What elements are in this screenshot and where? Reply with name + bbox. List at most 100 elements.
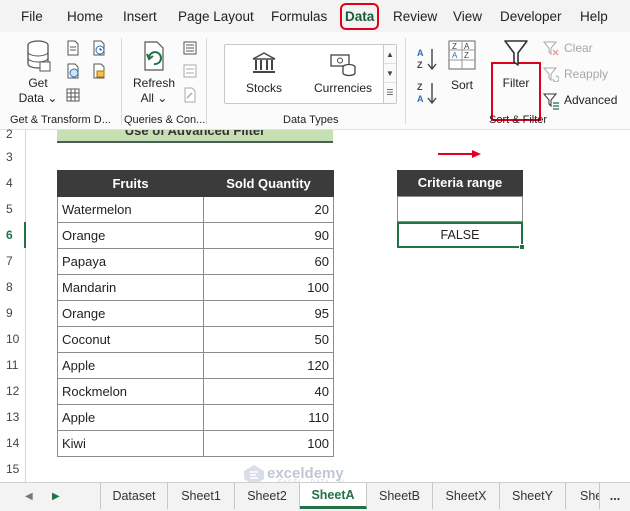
table-row: Rockmelon 40: [57, 378, 334, 405]
from-table-icon[interactable]: [66, 87, 80, 103]
tab-scroll-left-icon[interactable]: ◀: [25, 491, 33, 502]
queries-connections-icon[interactable]: [183, 40, 197, 56]
fruit-cell[interactable]: Kiwi: [57, 430, 204, 457]
row-number[interactable]: 15: [0, 462, 26, 476]
criteria-formula-cell[interactable]: FALSE: [397, 222, 525, 250]
menu-formulas[interactable]: Formulas: [271, 8, 327, 25]
row-number[interactable]: 2: [0, 127, 26, 141]
tab-sheetx[interactable]: SheetX: [433, 483, 500, 509]
sort-a-to-z-icon[interactable]: A Z: [416, 46, 438, 72]
svg-text:Z: Z: [417, 82, 423, 92]
svg-text:Z: Z: [417, 60, 423, 70]
row-number-selected[interactable]: 6: [0, 228, 26, 242]
fruit-cell[interactable]: Orange: [57, 222, 204, 249]
data-types-gallery: Stocks Currencies ▲ ▼ ☰: [224, 44, 397, 104]
row-number[interactable]: 10: [0, 332, 26, 346]
tab-sheety[interactable]: SheetY: [500, 483, 566, 509]
quantity-cell[interactable]: 100: [203, 430, 334, 457]
tab-sheetb[interactable]: SheetB: [367, 483, 433, 509]
quantity-cell[interactable]: 50: [203, 326, 334, 353]
quantity-cell[interactable]: 110: [203, 404, 334, 431]
scroll-down-icon[interactable]: ▼: [384, 64, 396, 83]
tab-sheet1[interactable]: Sheet1: [168, 483, 235, 509]
tab-sheet2[interactable]: Sheet2: [235, 483, 300, 509]
menu-insert[interactable]: Insert: [123, 8, 157, 25]
tab-dataset[interactable]: Dataset: [100, 483, 168, 509]
table-row: Apple 120: [57, 352, 334, 379]
row-number[interactable]: 12: [0, 384, 26, 398]
quantity-cell[interactable]: 20: [203, 196, 334, 223]
table-row: Papaya 60: [57, 248, 334, 275]
data-types-scroll[interactable]: ▲ ▼ ☰: [383, 45, 396, 103]
table-row: Orange 90: [57, 222, 334, 249]
reapply-button[interactable]: Reapply: [543, 66, 613, 82]
row-number[interactable]: 7: [0, 254, 26, 268]
existing-connections-icon[interactable]: [92, 63, 106, 79]
table-row: Orange 95: [57, 300, 334, 327]
ribbon: Get Data ⌄ Get & Transform D... Refresh …: [0, 32, 630, 158]
menu-help[interactable]: Help: [580, 8, 608, 25]
row-number[interactable]: 5: [0, 202, 26, 216]
separator: [405, 38, 406, 124]
worksheet-grid[interactable]: 2 3 4 5 6 7 8 9 10 11 12 13 14 15 Use of…: [0, 127, 630, 482]
quantity-cell[interactable]: 40: [203, 378, 334, 405]
sort-z-to-a-icon[interactable]: Z A: [416, 80, 438, 106]
quantity-cell[interactable]: 120: [203, 352, 334, 379]
refresh-icon: [144, 41, 164, 71]
fruit-cell[interactable]: Apple: [57, 404, 204, 431]
fruit-cell[interactable]: Coconut: [57, 326, 204, 353]
header-fruits[interactable]: Fruits: [57, 170, 204, 197]
quantity-cell[interactable]: 90: [203, 222, 334, 249]
header-sold-quantity[interactable]: Sold Quantity: [203, 170, 334, 197]
fill-handle[interactable]: [519, 244, 525, 250]
tab-she-partial[interactable]: She: [566, 483, 600, 509]
sort-button[interactable]: Z A A Z Sort: [444, 38, 480, 98]
tab-scroll-right-icon[interactable]: ▶: [52, 491, 60, 502]
row-number[interactable]: 14: [0, 436, 26, 450]
menu-home[interactable]: Home: [67, 8, 103, 25]
row-number[interactable]: 11: [0, 358, 26, 372]
recent-sources-icon[interactable]: [92, 40, 106, 56]
menu-view[interactable]: View: [453, 8, 482, 25]
criteria-range-cell[interactable]: [397, 196, 523, 222]
row-number[interactable]: 9: [0, 306, 26, 320]
from-web-icon[interactable]: [66, 63, 80, 79]
row-number[interactable]: 13: [0, 410, 26, 424]
row-number[interactable]: 3: [0, 150, 26, 164]
quantity-cell[interactable]: 60: [203, 248, 334, 275]
criteria-range-header[interactable]: Criteria range: [397, 170, 523, 196]
menu-developer[interactable]: Developer: [500, 8, 562, 25]
get-data-button[interactable]: Get Data ⌄: [16, 38, 60, 110]
quantity-cell[interactable]: 95: [203, 300, 334, 327]
svg-text:Z: Z: [452, 42, 457, 51]
advanced-label: Advanced: [564, 93, 618, 107]
from-text-icon[interactable]: [66, 40, 80, 56]
fruit-cell[interactable]: Mandarin: [57, 274, 204, 301]
properties-icon[interactable]: [183, 63, 197, 79]
fruit-cell[interactable]: Watermelon: [57, 196, 204, 223]
menu-page-layout[interactable]: Page Layout: [178, 8, 254, 25]
menu-file[interactable]: File: [21, 8, 43, 25]
menu-review[interactable]: Review: [393, 8, 437, 25]
stocks-label: Stocks: [245, 81, 282, 95]
clear-button[interactable]: Clear: [543, 40, 613, 56]
fruit-cell[interactable]: Papaya: [57, 248, 204, 275]
currencies-button[interactable]: Currencies: [307, 49, 379, 101]
fruit-cell[interactable]: Orange: [57, 300, 204, 327]
more-icon[interactable]: ☰: [384, 83, 396, 102]
fruit-cell[interactable]: Rockmelon: [57, 378, 204, 405]
stocks-button[interactable]: Stocks: [235, 49, 293, 101]
row-number[interactable]: 8: [0, 280, 26, 294]
sheet-title-cell[interactable]: Use of Advanced Filter: [57, 130, 333, 143]
refresh-all-button[interactable]: Refresh All ⌄: [128, 38, 180, 110]
advanced-button[interactable]: Advanced: [543, 92, 623, 110]
tab-sheeta[interactable]: SheetA: [300, 483, 367, 509]
edit-links-icon[interactable]: [183, 87, 197, 103]
quantity-cell[interactable]: 100: [203, 274, 334, 301]
menu-data[interactable]: Data: [339, 3, 380, 30]
filter-button[interactable]: Filter: [493, 36, 539, 92]
fruit-cell[interactable]: Apple: [57, 352, 204, 379]
scroll-up-icon[interactable]: ▲: [384, 45, 396, 64]
row-number[interactable]: 4: [0, 176, 26, 190]
more-tabs-button[interactable]: ...: [600, 483, 630, 509]
